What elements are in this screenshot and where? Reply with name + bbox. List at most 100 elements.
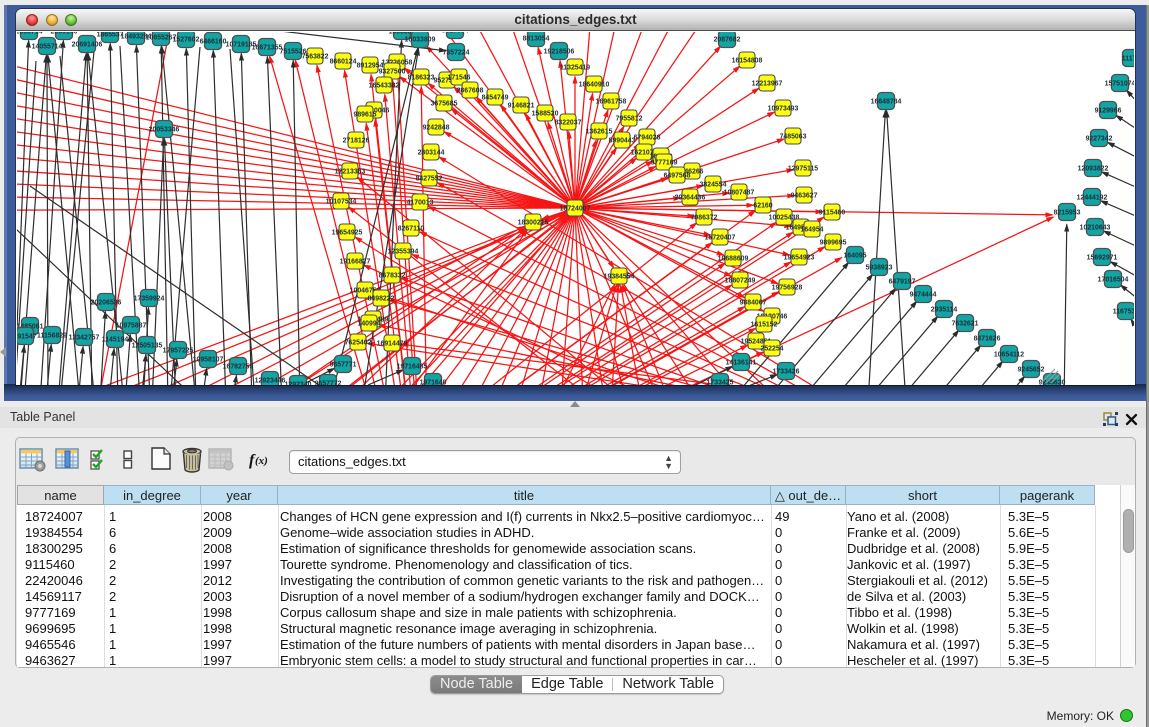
svg-text:20364436: 20364436 [675, 194, 706, 201]
svg-text:9242848: 9242848 [423, 124, 450, 131]
svg-text:12444192: 12444192 [1077, 194, 1108, 201]
svg-text:18300215: 18300215 [518, 219, 549, 226]
svg-text:9146821: 9146821 [508, 102, 535, 109]
svg-text:12213967: 12213967 [752, 80, 783, 87]
svg-text:9129966: 9129966 [1095, 107, 1122, 114]
svg-text:171546: 171546 [448, 74, 471, 81]
svg-text:2055714: 2055714 [17, 32, 43, 35]
svg-text:19166827: 19166827 [340, 258, 371, 265]
svg-text:17016504: 17016504 [1098, 276, 1129, 283]
svg-text:2718126: 2718126 [343, 137, 370, 144]
svg-text:11156829: 11156829 [37, 332, 67, 339]
svg-text:9327500: 9327500 [379, 68, 406, 75]
svg-text:7625402: 7625402 [345, 339, 372, 346]
svg-text:1292340: 1292340 [285, 381, 312, 385]
svg-text:19756928: 19756928 [772, 284, 803, 291]
svg-text:12093822: 12093822 [1078, 165, 1109, 172]
svg-text:8322037: 8322037 [555, 119, 582, 126]
svg-text:7563822: 7563822 [302, 53, 329, 60]
svg-text:9227342: 9227342 [1086, 135, 1113, 142]
svg-text:140994: 140994 [358, 320, 381, 327]
svg-text:16671355: 16671355 [252, 44, 283, 51]
svg-text:8498222: 8498222 [368, 295, 395, 302]
svg-text:10975887: 10975887 [116, 322, 147, 329]
svg-text:17957225: 17957225 [163, 347, 194, 354]
svg-text:12355394: 12355394 [388, 248, 419, 255]
svg-text:391547: 391547 [17, 333, 37, 340]
svg-text:164954: 164954 [801, 226, 824, 233]
svg-text:9777169: 9777169 [651, 159, 678, 166]
svg-text:9115460: 9115460 [819, 209, 846, 216]
svg-text:6794028: 6794028 [634, 134, 661, 141]
svg-text:9657772: 9657772 [315, 380, 342, 385]
svg-text:20691406: 20691406 [72, 41, 103, 48]
svg-text:1615152: 1615152 [751, 321, 778, 328]
svg-text:10107534: 10107534 [326, 198, 357, 205]
svg-text:15692971: 15692971 [1087, 254, 1118, 261]
svg-text:8678332: 8678332 [379, 272, 406, 279]
svg-text:12213363: 12213363 [335, 168, 366, 175]
svg-text:62160: 62160 [753, 202, 772, 209]
svg-text:18640910: 18640910 [579, 81, 610, 88]
svg-text:12342757: 12342757 [69, 334, 100, 341]
svg-text:6466160: 6466160 [200, 38, 227, 45]
svg-text:164095: 164095 [844, 252, 867, 259]
svg-text:10958107: 10958107 [193, 356, 224, 363]
svg-text:3824554: 3824554 [700, 181, 727, 188]
svg-text:19654925: 19654925 [332, 229, 363, 236]
svg-text:12923446: 12923446 [255, 377, 286, 384]
svg-text:18724007: 18724007 [560, 205, 591, 212]
svg-text:19654923: 19654923 [784, 254, 815, 261]
svg-text:16154808: 16154808 [732, 57, 763, 64]
svg-text:7986372: 7986372 [691, 214, 718, 221]
svg-text:16914479: 16914479 [377, 340, 408, 347]
svg-text:9899695: 9899695 [820, 239, 847, 246]
svg-text:8454749: 8454749 [482, 94, 509, 101]
svg-text:1527602: 1527602 [173, 36, 200, 43]
svg-text:8990443: 8990443 [609, 137, 636, 144]
svg-text:989615: 989615 [354, 111, 377, 118]
svg-text:7632621: 7632621 [952, 320, 979, 327]
svg-text:2087682: 2087682 [714, 36, 741, 43]
svg-text:1733425: 1733425 [707, 379, 734, 385]
svg-text:2935114: 2935114 [931, 306, 958, 313]
svg-text:9474444: 9474444 [910, 291, 937, 298]
svg-text:10210643: 10210643 [1080, 224, 1111, 231]
svg-text:14055714: 14055714 [32, 43, 63, 50]
svg-text:8813054: 8813054 [523, 35, 550, 42]
svg-text:2867608: 2867608 [457, 87, 484, 94]
svg-text:11325419: 11325419 [560, 64, 590, 71]
svg-text:2803144: 2803144 [418, 149, 445, 156]
svg-text:1733426: 1733426 [773, 368, 800, 375]
svg-text:17359924: 17359924 [134, 295, 165, 302]
svg-text:2069140: 2069140 [51, 32, 78, 35]
svg-text:20053346: 20053346 [149, 126, 180, 133]
svg-text:8267110: 8267110 [398, 225, 425, 232]
svg-text:1971640: 1971640 [420, 379, 447, 385]
svg-text:15720407: 15720407 [705, 234, 736, 241]
svg-text:10973493: 10973493 [768, 105, 799, 112]
svg-text:10688609: 10688609 [718, 255, 749, 262]
svg-text:14136141: 14136141 [726, 359, 757, 366]
svg-text:12975115: 12975115 [788, 165, 818, 172]
svg-text:(x): (x) [255, 455, 268, 467]
svg-text:6479197: 6479197 [889, 278, 916, 285]
svg-text:7357224: 7357224 [443, 49, 470, 56]
svg-text:9245652: 9245652 [1018, 366, 1045, 373]
svg-text:6497568: 6497568 [664, 172, 691, 179]
svg-text:16961758: 16961758 [596, 98, 627, 105]
svg-text:1145194: 1145194 [102, 336, 129, 343]
svg-text:8186323: 8186323 [408, 74, 435, 81]
svg-text:18807249: 18807249 [725, 277, 756, 284]
svg-text:12505135: 12505135 [132, 342, 163, 349]
svg-text:19384554: 19384554 [604, 273, 635, 280]
svg-text:9657771: 9657771 [330, 361, 357, 368]
svg-text:1865537: 1865537 [97, 32, 124, 38]
svg-text:1362615: 1362615 [586, 128, 613, 135]
svg-text:3675685: 3675685 [431, 100, 458, 107]
svg-text:4170013: 4170013 [407, 199, 434, 206]
svg-text:1588520: 1588520 [532, 110, 559, 117]
svg-text:7485063: 7485063 [780, 133, 807, 140]
svg-text:19716485: 19716485 [397, 363, 428, 370]
svg-text:8471626: 8471626 [974, 335, 1001, 342]
